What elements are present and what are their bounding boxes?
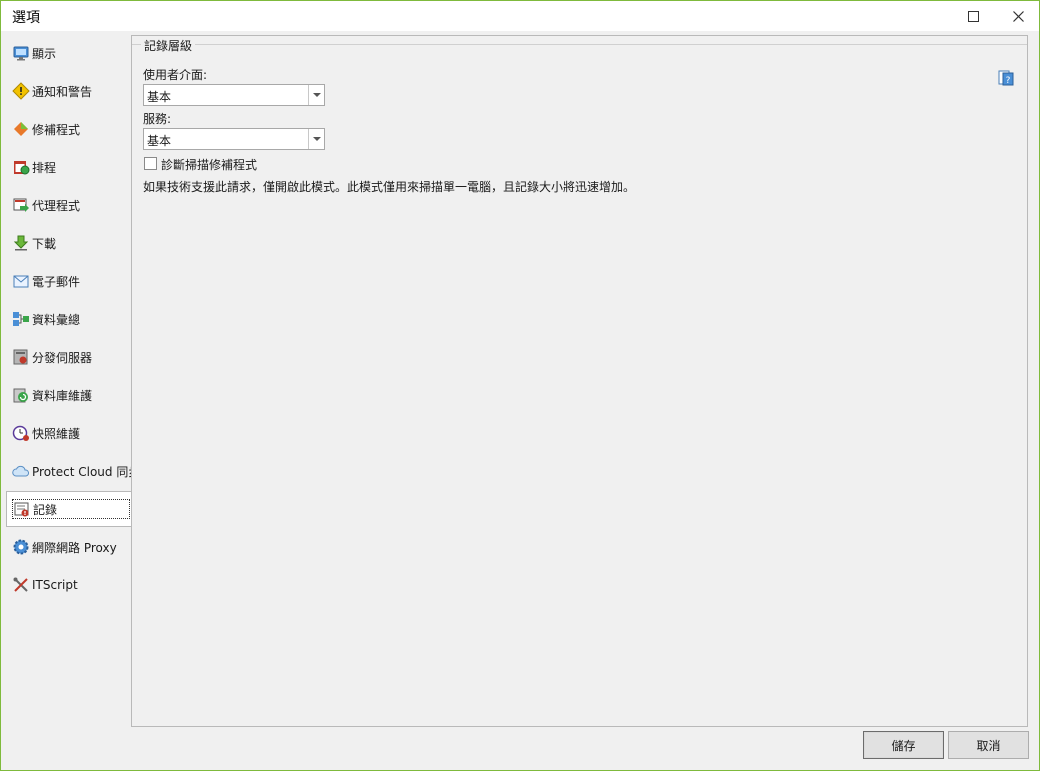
sidebar-item-label: 排程 bbox=[32, 160, 57, 175]
maximize-icon bbox=[967, 10, 979, 22]
sidebar-item-label: 顯示 bbox=[32, 46, 57, 61]
svg-text:?: ? bbox=[1006, 76, 1011, 86]
download-icon bbox=[13, 235, 29, 251]
data-rollup-icon bbox=[13, 312, 29, 326]
sidebar-item-distribution-servers[interactable]: 分發伺服器 bbox=[6, 339, 131, 375]
sidebar-item-internet-proxy[interactable]: 網際網路 Proxy bbox=[6, 529, 131, 565]
warning-icon bbox=[12, 82, 30, 100]
window-title: 選項 bbox=[12, 10, 40, 26]
sidebar-item-label: Protect Cloud 同步 bbox=[32, 464, 141, 479]
sidebar-item-label: 資料庫維護 bbox=[32, 388, 93, 403]
sidebar-item-database-maintenance[interactable]: 資料庫維護 bbox=[6, 377, 131, 413]
sidebar-item-itscript[interactable]: ITScript bbox=[6, 567, 131, 603]
help-icon[interactable]: ? bbox=[998, 70, 1014, 86]
snapshot-maintenance-icon bbox=[12, 425, 29, 441]
sidebar-item-protect-cloud-sync[interactable]: Protect Cloud 同步 bbox=[6, 453, 140, 489]
logging-level-group bbox=[132, 44, 1027, 46]
email-icon bbox=[13, 275, 29, 288]
sidebar-item-label: 下載 bbox=[32, 236, 57, 251]
sidebar-item-label: 資料彙總 bbox=[32, 312, 81, 327]
sidebar-item-email[interactable]: 電子郵件 bbox=[6, 263, 131, 299]
ui-log-level-dropdown[interactable]: 基本 bbox=[143, 84, 325, 106]
sidebar-item-label: 快照維護 bbox=[32, 426, 81, 441]
service-log-level-label: 服務: bbox=[143, 112, 172, 126]
sidebar-item-downloads[interactable]: 下載 bbox=[6, 225, 131, 261]
schedule-icon bbox=[14, 161, 30, 175]
sidebar-item-agents[interactable]: 代理程式 bbox=[6, 187, 131, 223]
distribution-server-icon bbox=[13, 349, 28, 365]
cancel-button[interactable]: 取消 bbox=[948, 731, 1029, 759]
sidebar-item-notifications[interactable]: 通知和警告 bbox=[6, 73, 131, 109]
cloud-sync-icon bbox=[12, 465, 30, 477]
chevron-down-icon bbox=[312, 137, 321, 141]
gear-icon bbox=[13, 539, 29, 555]
group-title: 記錄層級 bbox=[141, 37, 196, 54]
sidebar-item-schedule[interactable]: 排程 bbox=[6, 149, 131, 185]
ui-log-level-label: 使用者介面: bbox=[143, 68, 208, 82]
sidebar-item-label: 代理程式 bbox=[32, 198, 81, 213]
dropdown-arrow[interactable] bbox=[308, 129, 324, 149]
ui-log-level-value: 基本 bbox=[147, 90, 172, 104]
sidebar-item-label: 修補程式 bbox=[32, 122, 81, 137]
service-log-level-dropdown[interactable]: 基本 bbox=[143, 128, 325, 150]
diagnostic-scan-label[interactable]: 診斷掃描修補程式 bbox=[161, 156, 257, 173]
service-log-level-value: 基本 bbox=[147, 134, 172, 148]
focus-rectangle bbox=[12, 499, 130, 519]
diagnostic-scan-checkbox[interactable] bbox=[144, 157, 157, 170]
sidebar-item-data-rollup[interactable]: 資料彙總 bbox=[6, 301, 131, 337]
tools-icon bbox=[13, 577, 28, 592]
sidebar-item-display[interactable]: 顯示 bbox=[6, 35, 131, 71]
sidebar-item-label: 通知和警告 bbox=[32, 84, 93, 99]
monitor-icon bbox=[13, 46, 29, 61]
sidebar-item-patches[interactable]: 修補程式 bbox=[6, 111, 131, 147]
options-window: 選項 顯示 通知和警告 修補程式 排程 代理程式 下載 電子郵件 資料彙總 分發… bbox=[0, 0, 1040, 771]
close-icon bbox=[1012, 10, 1024, 22]
patch-icon bbox=[14, 122, 28, 136]
sidebar-item-label: 網際網路 Proxy bbox=[32, 540, 117, 555]
options-sidebar: 顯示 通知和警告 修補程式 排程 代理程式 下載 電子郵件 資料彙總 分發伺服器… bbox=[1, 33, 140, 769]
save-button[interactable]: 儲存 bbox=[863, 731, 944, 759]
logging-settings-panel: 記錄層級 ? 使用者介面: 基本 服務: 基本 診斷掃描修補程式 如果技術支援此… bbox=[131, 35, 1028, 727]
sidebar-item-label: 電子郵件 bbox=[32, 274, 81, 289]
agent-icon bbox=[13, 198, 29, 212]
diagnostic-description: 如果技術支援此請求，僅開啟此模式。此模式僅用來掃描單一電腦，且記錄大小將迅速增加… bbox=[143, 180, 636, 194]
sidebar-item-label: 分發伺服器 bbox=[32, 350, 93, 365]
sidebar-item-logging[interactable]: 記錄 bbox=[6, 491, 131, 527]
sidebar-item-snapshot-maintenance[interactable]: 快照維護 bbox=[6, 415, 131, 451]
database-maintenance-icon bbox=[13, 388, 28, 403]
title-bar: 選項 bbox=[1, 1, 1039, 31]
close-button[interactable] bbox=[996, 1, 1040, 31]
chevron-down-icon bbox=[312, 93, 321, 97]
maximize-button[interactable] bbox=[951, 1, 995, 31]
sidebar-item-label: ITScript bbox=[32, 578, 78, 592]
dropdown-arrow[interactable] bbox=[308, 85, 324, 105]
